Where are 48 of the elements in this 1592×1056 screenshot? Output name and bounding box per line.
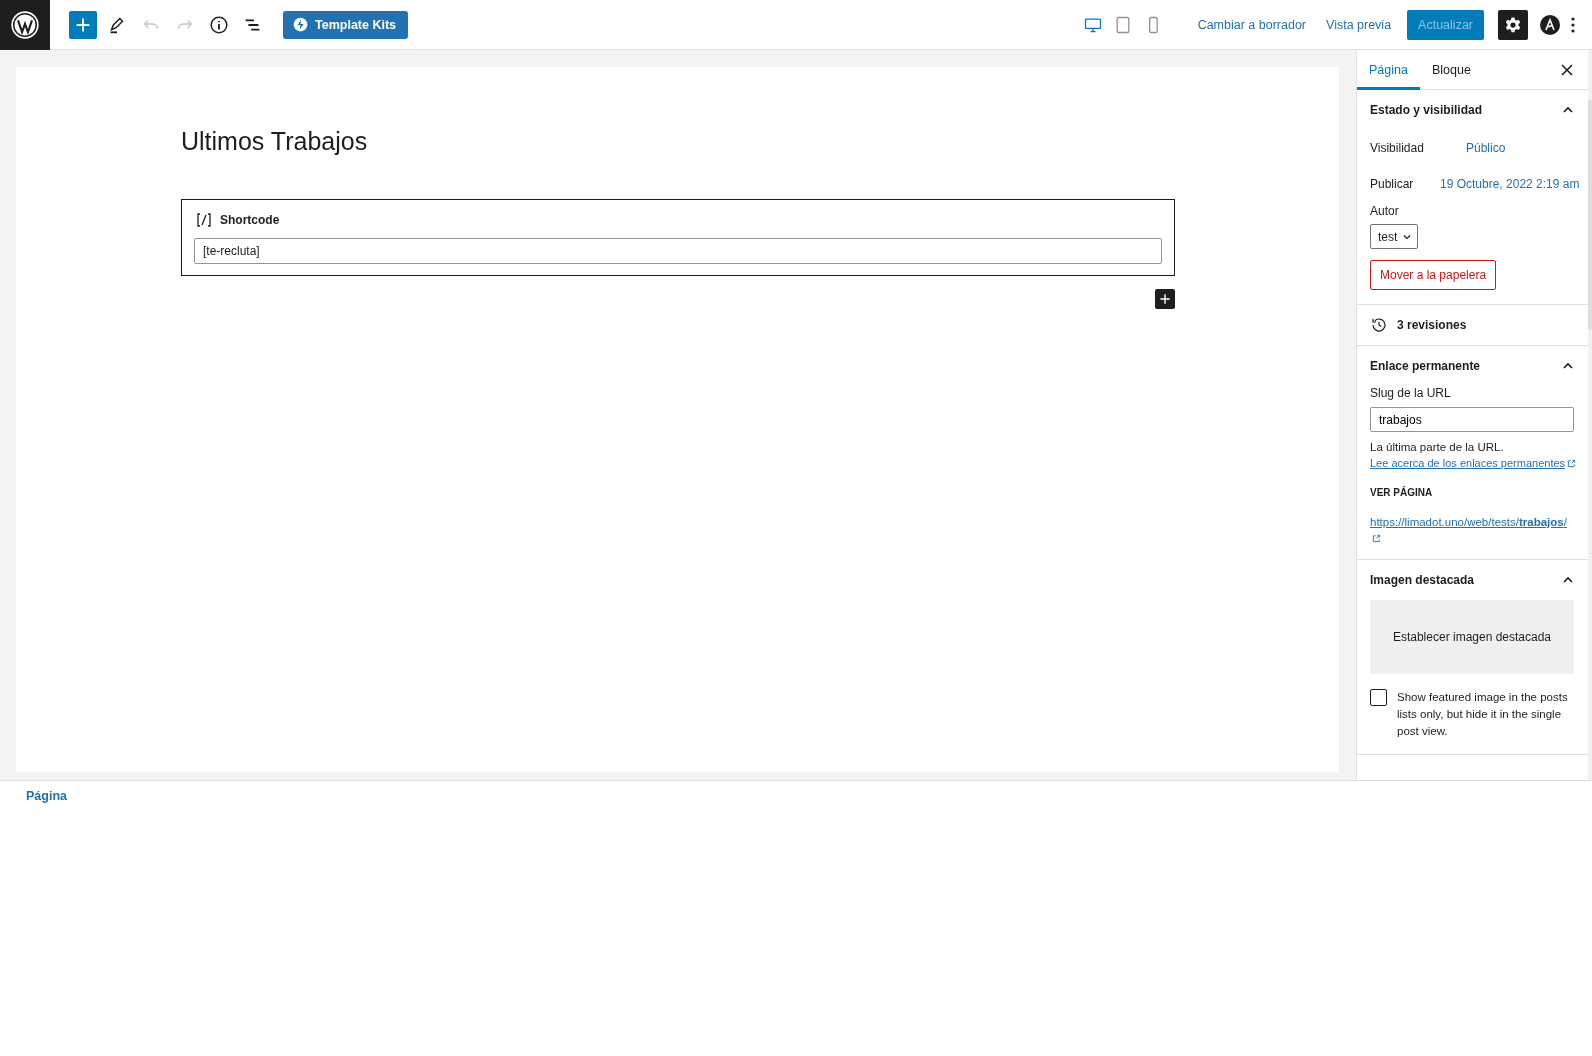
permalink-help-link[interactable]: Lee acerca de los enlaces permanentes (1370, 457, 1566, 469)
caret-icon (1403, 233, 1412, 240)
field-label: Publicar (1370, 177, 1415, 191)
close-icon[interactable] (1560, 62, 1574, 77)
settings-icon (1504, 15, 1522, 34)
external-link-icon (1372, 534, 1381, 543)
panel-title[interactable]: Imagen destacada (1370, 573, 1475, 587)
revisions-button[interactable]: 3 revisiones (1370, 305, 1467, 345)
sidebar-tab[interactable]: Bloque (1419, 50, 1483, 90)
chevron-up-icon[interactable] (1562, 362, 1574, 370)
add-icon (1158, 292, 1172, 306)
shortcode-icon (196, 212, 212, 228)
panel-title[interactable]: Estado y visibilidad (1370, 103, 1483, 117)
block-label: Shortcode (220, 213, 280, 227)
page-url-link[interactable]: https://limadot.uno/web/tests/trabajos/ (1370, 516, 1567, 528)
page-title[interactable]: Ultimos Trabajos (181, 127, 1339, 156)
wordpress-logo[interactable] (0, 0, 50, 50)
set-featured-image-button[interactable]: Establecer imagen destacada (1370, 600, 1574, 674)
chevron-up-icon[interactable] (1562, 106, 1574, 114)
field-value-link[interactable]: Público (1466, 141, 1506, 155)
add-block-button[interactable] (1155, 289, 1175, 309)
help-text: La última parte de la URL. (1370, 440, 1505, 455)
sidebar-tab[interactable]: Página (1357, 50, 1420, 90)
slug-input[interactable]: trabajos (1370, 407, 1574, 432)
field-label: Visibilidad (1370, 141, 1425, 155)
field-label: Autor (1370, 204, 1400, 218)
external-link-icon (1567, 459, 1577, 468)
trash-button[interactable]: Mover a la papelera (1370, 260, 1497, 290)
field-label: Slug de la URL (1370, 386, 1452, 400)
shortcode-input[interactable]: [te-recluta] (194, 238, 1162, 264)
toolbar-link[interactable]: Vista previa (1316, 17, 1402, 32)
template-kits-button[interactable]: Template Kits (283, 10, 409, 39)
author-select[interactable]: test (1370, 224, 1419, 249)
toolbar-link[interactable]: Cambiar a borrador (1187, 17, 1316, 32)
more-options-icon[interactable] (1570, 15, 1576, 34)
breadcrumb-link[interactable]: Página (26, 789, 67, 803)
checkbox[interactable] (1370, 689, 1387, 706)
section-label: VER PÁGINA (1370, 487, 1434, 498)
panel-title[interactable]: Enlace permanente (1370, 359, 1481, 373)
shortcode-block[interactable]: Shortcode [te-recluta] (181, 199, 1175, 276)
field-value-link[interactable]: 19 Octubre, 2022 2:19 am (1440, 177, 1580, 191)
chevron-up-icon[interactable] (1562, 576, 1574, 584)
checkbox-label: Show featured image in the posts lists only, but hide it in the single post view. (1397, 690, 1569, 739)
settings-button[interactable] (1498, 9, 1528, 40)
bolt-icon (293, 17, 308, 32)
add-block-button[interactable] (69, 10, 97, 39)
plugin-logo-icon[interactable] (1540, 14, 1560, 35)
history-icon (1370, 316, 1388, 334)
